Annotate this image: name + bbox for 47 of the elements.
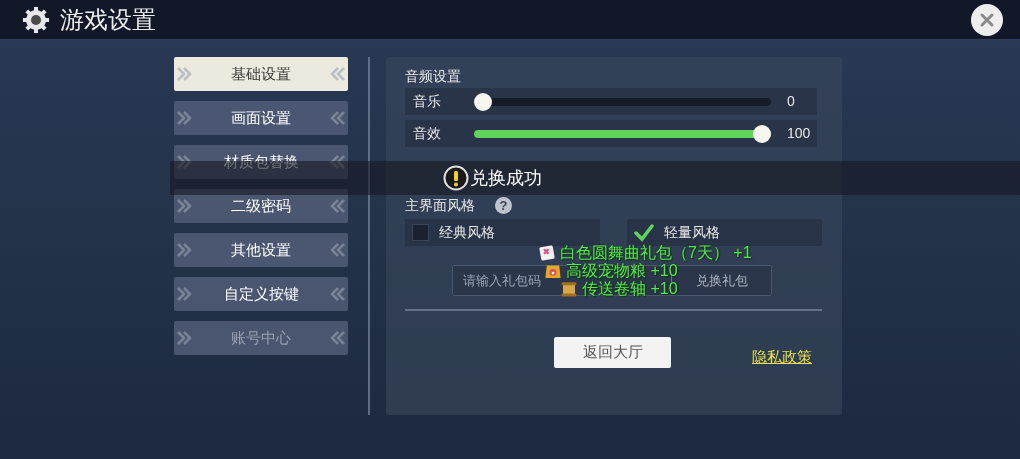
section-title: 音频设置 bbox=[405, 67, 462, 85]
reward-message: 传送卷轴 +10 bbox=[582, 280, 678, 298]
scroll-icon bbox=[560, 280, 578, 298]
double-chevron-icon bbox=[330, 197, 346, 215]
toast-message: 兑换成功 bbox=[470, 166, 542, 190]
section-title: 主界面风格 bbox=[405, 196, 475, 214]
privacy-policy-link[interactable]: 隐私政策 bbox=[752, 345, 812, 368]
slider-label: 音效 bbox=[413, 124, 442, 143]
gift-card-icon bbox=[538, 244, 556, 262]
slider-label: 音乐 bbox=[413, 92, 442, 111]
sidebar-tab[interactable]: 二级密码 bbox=[174, 189, 348, 223]
close-button[interactable] bbox=[971, 3, 1003, 36]
double-chevron-icon bbox=[176, 65, 192, 83]
option-label: 轻量风格 bbox=[664, 223, 720, 242]
double-chevron-icon bbox=[176, 285, 192, 303]
double-chevron-icon bbox=[176, 329, 192, 347]
double-chevron-icon bbox=[330, 109, 346, 127]
slider-value: 0 bbox=[787, 92, 795, 111]
style-option[interactable]: 轻量风格 bbox=[627, 219, 822, 246]
double-chevron-icon bbox=[330, 285, 346, 303]
slider-thumb[interactable] bbox=[474, 92, 492, 111]
double-chevron-icon bbox=[330, 329, 346, 347]
checkbox[interactable] bbox=[412, 224, 429, 241]
help-icon[interactable]: ? bbox=[495, 196, 512, 214]
window-title: 游戏设置 bbox=[60, 4, 156, 35]
checkmark-icon[interactable] bbox=[634, 223, 654, 242]
option-label: 经典风格 bbox=[439, 223, 495, 242]
sidebar-tab[interactable]: 画面设置 bbox=[174, 101, 348, 135]
volume-slider[interactable] bbox=[474, 92, 771, 111]
slider-value: 100 bbox=[787, 124, 811, 143]
reward-message: 高级宠物粮 +10 bbox=[566, 262, 678, 280]
double-chevron-icon bbox=[176, 197, 192, 215]
double-chevron-icon bbox=[176, 109, 192, 127]
settings-icon bbox=[22, 5, 50, 34]
style-option[interactable]: 经典风格 bbox=[405, 219, 600, 246]
back-to-lobby-button[interactable]: 返回大厅 bbox=[554, 337, 671, 368]
volume-slider[interactable] bbox=[474, 124, 771, 143]
sidebar-tab[interactable]: 其他设置 bbox=[174, 233, 348, 267]
double-chevron-icon bbox=[330, 241, 346, 259]
double-chevron-icon bbox=[176, 241, 192, 259]
sidebar-tab[interactable]: 自定义按键 bbox=[174, 277, 348, 311]
sidebar-tab[interactable]: 基础设置 bbox=[174, 57, 348, 91]
slider-thumb[interactable] bbox=[753, 124, 771, 143]
double-chevron-icon bbox=[330, 65, 346, 83]
reward-message: 白色圆舞曲礼包（7天） +1 bbox=[560, 244, 752, 262]
warning-icon bbox=[443, 165, 469, 191]
close-icon bbox=[979, 11, 995, 28]
